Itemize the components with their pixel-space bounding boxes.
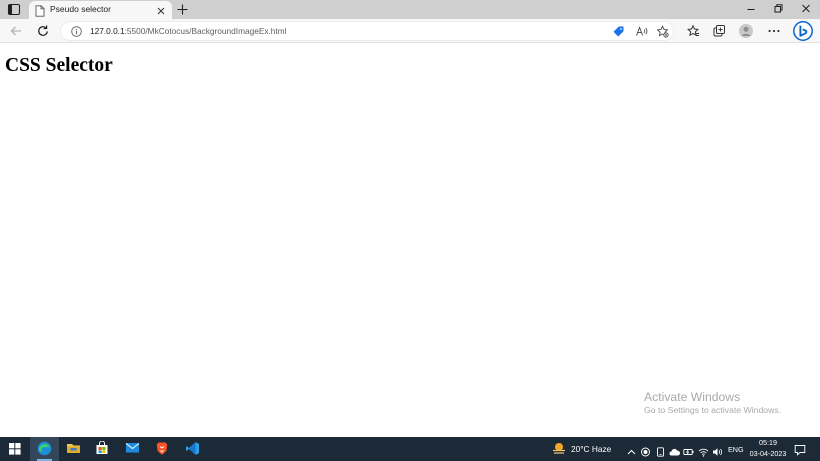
onedrive-cloud-icon[interactable] [669,444,681,456]
record-icon[interactable] [640,444,651,457]
edge-icon[interactable] [30,437,59,461]
battery-icon[interactable] [683,444,694,455]
refresh-icon[interactable] [35,23,51,39]
close-tab-icon[interactable] [155,4,167,16]
bing-chat-icon[interactable] [793,21,813,41]
page-icon [35,4,45,17]
profile-avatar[interactable] [738,23,754,39]
weather-haze-icon[interactable] [551,441,567,455]
url-host: 127.0.0.1 [90,26,125,36]
notification-icon[interactable] [794,443,806,456]
clock-time: 05:19 [759,438,777,447]
favorites-icon[interactable] [685,23,701,39]
active-tab[interactable]: Pseudo selector [29,1,172,19]
file-explorer-icon[interactable] [59,437,88,461]
restore-icon[interactable] [770,2,786,16]
phone-link-icon[interactable] [655,444,666,457]
tab-title: Pseudo selector [50,4,111,14]
shopping-tag-icon[interactable] [612,25,625,38]
chevron-up-icon[interactable] [626,444,637,455]
clock-date: 03-04-2023 [749,448,787,458]
site-info-icon[interactable] [70,25,83,38]
url-path: :5500/MkCotocus/BackgroundImageEx.html [124,26,287,36]
wifi-icon[interactable] [698,444,709,457]
mail-icon[interactable] [118,437,147,461]
activate-windows-watermark: Activate Windows Go to Settings to activ… [644,390,781,415]
browser-toolbar: 127.0.0.1:5500/MkCotocus/BackgroundImage… [0,19,820,43]
start-icon[interactable] [0,437,29,461]
address-bar[interactable]: 127.0.0.1:5500/MkCotocus/BackgroundImage… [60,21,674,41]
read-aloud-icon[interactable] [635,25,648,38]
activate-windows-subtitle: Go to Settings to activate Windows. [644,405,782,415]
minimize-icon[interactable] [743,2,759,16]
tab-actions-icon[interactable] [7,3,21,16]
volume-icon[interactable] [712,444,723,456]
brave-icon[interactable] [148,437,177,461]
new-tab-icon[interactable] [176,3,189,16]
collections-icon[interactable] [711,23,727,39]
back-arrow-icon[interactable] [8,23,24,39]
more-options-icon[interactable] [766,23,782,39]
close-window-icon[interactable] [798,2,814,16]
microsoft-store-icon[interactable] [88,437,117,461]
page-heading: CSS Selector [5,55,113,76]
language-indicator[interactable]: ENG [728,445,744,454]
clock[interactable]: 05:19 03-04-2023 [749,438,787,459]
url-text[interactable]: 127.0.0.1:5500/MkCotocus/BackgroundImage… [90,26,286,36]
weather-text[interactable]: 20°C Haze [571,444,611,454]
tab-strip: Pseudo selector [0,0,820,19]
add-favorite-icon[interactable] [656,25,669,38]
taskbar [0,437,820,461]
activate-windows-title: Activate Windows [644,390,741,404]
vscode-icon[interactable] [178,437,207,461]
